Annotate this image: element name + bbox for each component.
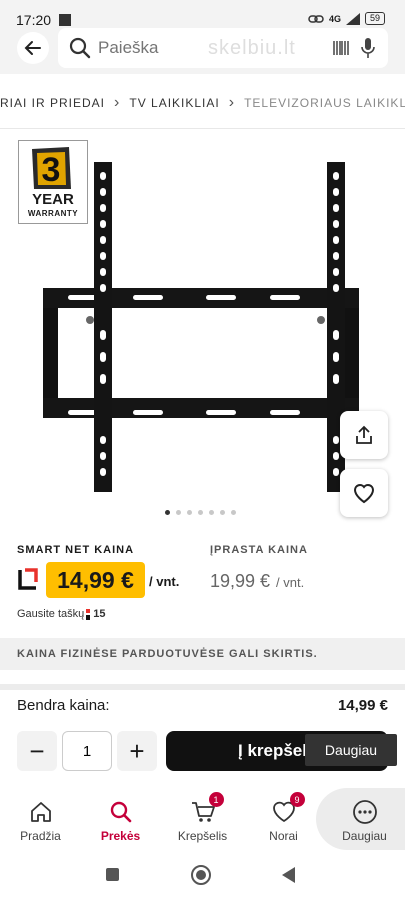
more-icon xyxy=(352,800,377,824)
network-type: 4G xyxy=(328,13,341,24)
nav-item-cart[interactable]: 1 Krepšelis xyxy=(165,784,240,850)
share-button[interactable] xyxy=(340,411,388,459)
chevron-right-icon: › xyxy=(114,94,121,111)
gallery-dot[interactable] xyxy=(176,510,181,515)
microphone-icon[interactable] xyxy=(360,37,376,59)
home-icon xyxy=(30,802,51,822)
loyalty-points: Gausite taškų 15 xyxy=(17,608,106,620)
link-icon xyxy=(308,14,324,23)
gallery-dot[interactable] xyxy=(209,510,214,515)
search-icon xyxy=(69,37,91,59)
notification-icon xyxy=(59,14,72,26)
heart-icon xyxy=(353,484,375,504)
breadcrumb-item[interactable]: RIAI IR PRIEDAI xyxy=(0,96,105,110)
status-time: 17:20 xyxy=(16,12,52,28)
points-value: 15 xyxy=(93,608,106,620)
breadcrumb: RIAI IR PRIEDAI › TV LAIKIKLIAI › TELEVI… xyxy=(0,90,405,116)
search-input[interactable] xyxy=(98,38,298,58)
wishlist-badge: 9 xyxy=(289,792,305,807)
breadcrumb-item[interactable]: TV LAIKIKLIAI xyxy=(129,96,219,110)
status-icons: 4G 59 xyxy=(308,12,385,25)
search-header: skelbiu.lt xyxy=(0,28,405,74)
back-triangle-button[interactable] xyxy=(282,867,295,883)
points-icon xyxy=(86,608,91,620)
recent-apps-button[interactable] xyxy=(106,868,119,881)
chevron-right-icon: › xyxy=(228,94,236,111)
barcode-icon[interactable] xyxy=(332,40,350,56)
nav-label: Prekės xyxy=(100,829,141,843)
regular-price: 19,99 € xyxy=(210,571,271,591)
add-to-cart-label: Į krepšelį xyxy=(238,741,312,760)
gallery-dot[interactable] xyxy=(198,510,203,515)
nav-item-home[interactable]: Pradžia xyxy=(3,784,78,850)
warranty-number: 3 xyxy=(42,151,61,189)
nav-label: Pradžia xyxy=(20,829,61,843)
battery-level: 59 xyxy=(364,12,385,25)
nav-item-wishlist[interactable]: 9 Norai xyxy=(246,784,321,850)
tv-wall-mount-bracket xyxy=(43,162,359,492)
nav-label: Krepšelis xyxy=(177,829,228,843)
gallery-dot[interactable] xyxy=(165,510,170,515)
warranty-label: WARRANTY xyxy=(27,209,79,218)
home-button-inner xyxy=(196,870,206,880)
back-button[interactable] xyxy=(17,32,49,64)
signal-icon xyxy=(345,12,360,25)
bottom-navigation: Pradžia Prekės 1 Krepšelis 9 Norai Daugi… xyxy=(0,784,405,850)
divider xyxy=(0,684,405,690)
gallery-dot[interactable] xyxy=(187,510,192,515)
gallery-dot[interactable] xyxy=(220,510,225,515)
quantity-input[interactable] xyxy=(62,731,112,771)
search-icon xyxy=(110,801,131,823)
system-navigation xyxy=(0,850,405,900)
breadcrumb-current: TELEVIZORIAUS LAIKIKL... xyxy=(244,96,405,110)
smart-price-unit: / vnt. xyxy=(149,574,180,589)
smart-net-logo xyxy=(18,568,38,590)
regular-price-label: ĮPRASTA KAINA xyxy=(210,544,308,556)
home-button[interactable] xyxy=(191,865,211,885)
warranty-digit: 3 xyxy=(29,145,77,191)
warranty-year: YEAR xyxy=(32,191,74,208)
smart-price: 14,99 € xyxy=(46,562,145,598)
smart-price-label: SMART NET KAINA xyxy=(17,544,135,556)
share-icon xyxy=(356,425,372,444)
search-box[interactable]: skelbiu.lt xyxy=(58,28,388,68)
nav-label: Daugiau xyxy=(342,829,387,843)
cart-badge: 1 xyxy=(208,792,224,807)
price-notice: KAINA FIZINĖSE PARDUOTUVĖSE GALI SKIRTIS… xyxy=(0,638,405,670)
regular-price-unit: / vnt. xyxy=(276,575,305,590)
nav-item-more[interactable]: Daugiau xyxy=(327,784,402,850)
divider xyxy=(0,128,405,129)
warranty-badge: 3 YEAR WARRANTY xyxy=(18,140,88,224)
more-tooltip: Daugiau xyxy=(305,734,397,766)
gallery-dot[interactable] xyxy=(231,510,236,515)
quantity-decrease-button[interactable]: − xyxy=(17,731,57,771)
arrow-left-icon xyxy=(24,41,41,55)
total-label: Bendra kaina: xyxy=(17,697,110,714)
total-value: 14,99 € xyxy=(337,697,388,714)
quantity-increase-button[interactable]: + xyxy=(117,731,157,771)
nav-item-products[interactable]: Prekės xyxy=(83,784,158,850)
points-label: Gausite taškų xyxy=(17,608,85,620)
favorite-button[interactable] xyxy=(340,469,388,517)
nav-label: Norai xyxy=(269,829,298,843)
gallery-pagination xyxy=(165,510,236,515)
